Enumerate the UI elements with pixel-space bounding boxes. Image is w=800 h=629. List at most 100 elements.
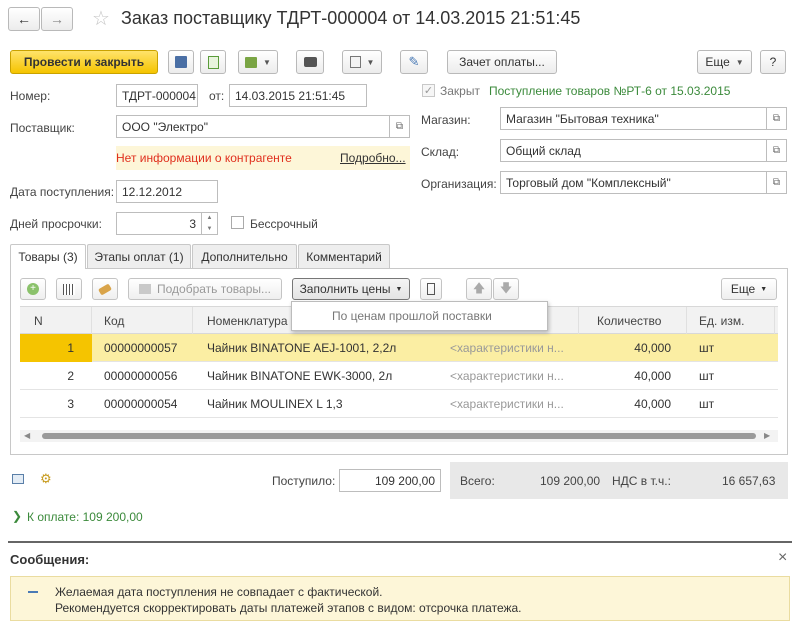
open-icon: ⧉ [772, 177, 781, 188]
arrow-left-icon: ← [17, 11, 31, 27]
supplier-open-button[interactable]: ⧉ [390, 115, 410, 138]
stepper-up-icon[interactable]: ▲ [202, 213, 217, 224]
to-pay-link[interactable]: К оплате: 109 200,00 [27, 510, 143, 524]
message-line-1[interactable]: Желаемая дата поступления не совпадает с… [55, 585, 383, 599]
move-down-button[interactable]: 🡇 [493, 278, 519, 300]
chevron-down-icon: ▼ [735, 57, 744, 67]
open-icon: ⧉ [395, 121, 404, 132]
tab-payment-stages[interactable]: Этапы оплат (1) [87, 244, 191, 268]
menu-item-by-last-delivery-prices[interactable]: По ценам прошлой поставки [332, 309, 492, 323]
show-hide-columns-button[interactable] [420, 278, 442, 300]
reports-button[interactable]: ▼ [342, 50, 382, 74]
star-icon[interactable]: ☆ [92, 6, 110, 31]
date-field[interactable]: 14.03.2015 21:51:45 [229, 84, 367, 107]
offset-payment-button[interactable]: Зачет оплаты... [447, 50, 557, 74]
organization-open-button[interactable]: ⧉ [767, 171, 787, 194]
print-button[interactable] [296, 50, 324, 74]
fill-prices-button[interactable]: Заполнить цены ▼ [292, 278, 410, 300]
cell-characteristic: <характеристики н... [450, 397, 564, 411]
eraser-icon [98, 282, 112, 296]
cell-name: Чайник MOULINEX L 1,3 [207, 397, 343, 411]
receipt-link[interactable]: Поступление товаров №РТ-6 от 15.03.2015 [489, 84, 730, 98]
column-header-unit[interactable]: Ед. изм. [687, 307, 775, 335]
total-label: Всего: [460, 474, 495, 488]
details-link[interactable]: Подробно... [340, 151, 406, 165]
stepper-down-icon[interactable]: ▼ [202, 224, 217, 235]
messages-close-button[interactable]: × [778, 549, 787, 567]
tab-additional[interactable]: Дополнительно [192, 244, 297, 268]
receipt-date-label: Дата поступления: [10, 185, 115, 199]
floppy-icon [175, 56, 187, 68]
unlimited-checkbox[interactable] [231, 216, 244, 229]
table-row[interactable]: 3 00000000054 Чайник MOULINEX L 1,3 <хар… [20, 390, 778, 418]
closed-label: Закрыт [440, 84, 480, 98]
forward-button[interactable]: → [41, 7, 73, 31]
warehouse-field[interactable]: Общий склад [500, 139, 767, 162]
column-header-n[interactable]: N [20, 307, 92, 335]
organization-field[interactable]: Торговый дом "Комплексный" [500, 171, 767, 194]
store-field[interactable]: Магазин "Бытовая техника" [500, 107, 767, 130]
back-button[interactable]: ← [8, 7, 40, 31]
create-based-icon [245, 56, 258, 68]
received-field: 109 200,00 [339, 469, 441, 492]
cell-characteristic: <характеристики н... [450, 341, 564, 355]
table-row[interactable]: 1 00000000057 Чайник BINATONE AEJ-1001, … [20, 334, 778, 362]
scrollbar-thumb[interactable] [42, 433, 756, 439]
plus-circle-icon: + [27, 283, 39, 295]
tab-comment[interactable]: Комментарий [298, 244, 390, 268]
total-value: 109 200,00 [540, 474, 601, 488]
scroll-right-icon[interactable]: ▶ [764, 430, 770, 442]
cell-n: 2 [67, 369, 74, 383]
cell-n: 1 [67, 341, 74, 355]
from-label: от: [209, 89, 225, 103]
expand-chevron-icon[interactable]: ❯ [12, 509, 22, 523]
warehouse-open-button[interactable]: ⧉ [767, 139, 787, 162]
save-button[interactable] [168, 50, 194, 74]
help-button[interactable]: ? [760, 50, 786, 74]
number-label: Номер: [10, 89, 51, 103]
number-field[interactable]: ТДРТ-000004 [116, 84, 198, 107]
receipt-date-field[interactable]: 12.12.2012 [116, 180, 218, 203]
overdue-label: Дней просрочки: [10, 217, 102, 231]
create-based-on-button[interactable]: ▼ [238, 50, 278, 74]
tab-goods[interactable]: Товары (3) [10, 244, 86, 269]
edit-button[interactable]: ✎ [400, 50, 428, 74]
column-header-code[interactable]: Код [92, 307, 193, 335]
overdue-stepper[interactable]: ▲ ▼ [202, 212, 218, 235]
post-and-close-button[interactable]: Провести и закрыть [10, 50, 158, 74]
chevron-down-icon: ▼ [395, 285, 403, 293]
arrow-up-icon: 🡅 [472, 280, 486, 295]
arrow-right-icon: → [50, 11, 64, 27]
horizontal-scrollbar[interactable]: ◀ ▶ [20, 430, 778, 442]
arrow-down-icon: 🡇 [499, 280, 513, 295]
move-up-button[interactable]: 🡅 [466, 278, 492, 300]
reports-icon [349, 56, 361, 68]
vat-value: 16 657,63 [722, 474, 776, 488]
post-button[interactable] [200, 50, 226, 74]
scroll-left-icon[interactable]: ◀ [24, 430, 30, 442]
more-label: Еще [705, 55, 730, 69]
message-line-2[interactable]: Рекомендуется скорректировать даты плате… [55, 601, 522, 615]
eraser-button[interactable] [92, 278, 118, 300]
fill-prices-label: Заполнить цены [299, 282, 391, 296]
goods-icon [139, 284, 151, 294]
store-open-button[interactable]: ⧉ [767, 107, 787, 130]
table-row[interactable]: 2 00000000056 Чайник BINATONE EWK-3000, … [20, 362, 778, 390]
discount-icon[interactable]: ⚙ [40, 471, 52, 487]
add-row-button[interactable]: + [20, 278, 46, 300]
overdue-field[interactable]: 3 [116, 212, 202, 235]
supplier-field[interactable]: ООО "Электро" [116, 115, 390, 138]
barcode-button[interactable] [56, 278, 82, 300]
table-more-button[interactable]: Еще ▼ [721, 278, 777, 300]
page-title: Заказ поставщику ТДРТ-000004 от 14.03.20… [121, 8, 581, 28]
pick-goods-button[interactable]: Подобрать товары... [128, 278, 282, 300]
cell-characteristic: <характеристики н... [450, 369, 564, 383]
cell-unit: шт [699, 397, 715, 411]
open-icon: ⧉ [772, 113, 781, 124]
more-button[interactable]: Еще ▼ [697, 50, 752, 74]
report-icon[interactable] [12, 474, 24, 484]
column-header-quantity[interactable]: Количество [579, 307, 687, 335]
cell-unit: шт [699, 341, 715, 355]
closed-checkbox[interactable]: ✓ [422, 84, 435, 97]
pencil-icon: ✎ [408, 54, 420, 69]
